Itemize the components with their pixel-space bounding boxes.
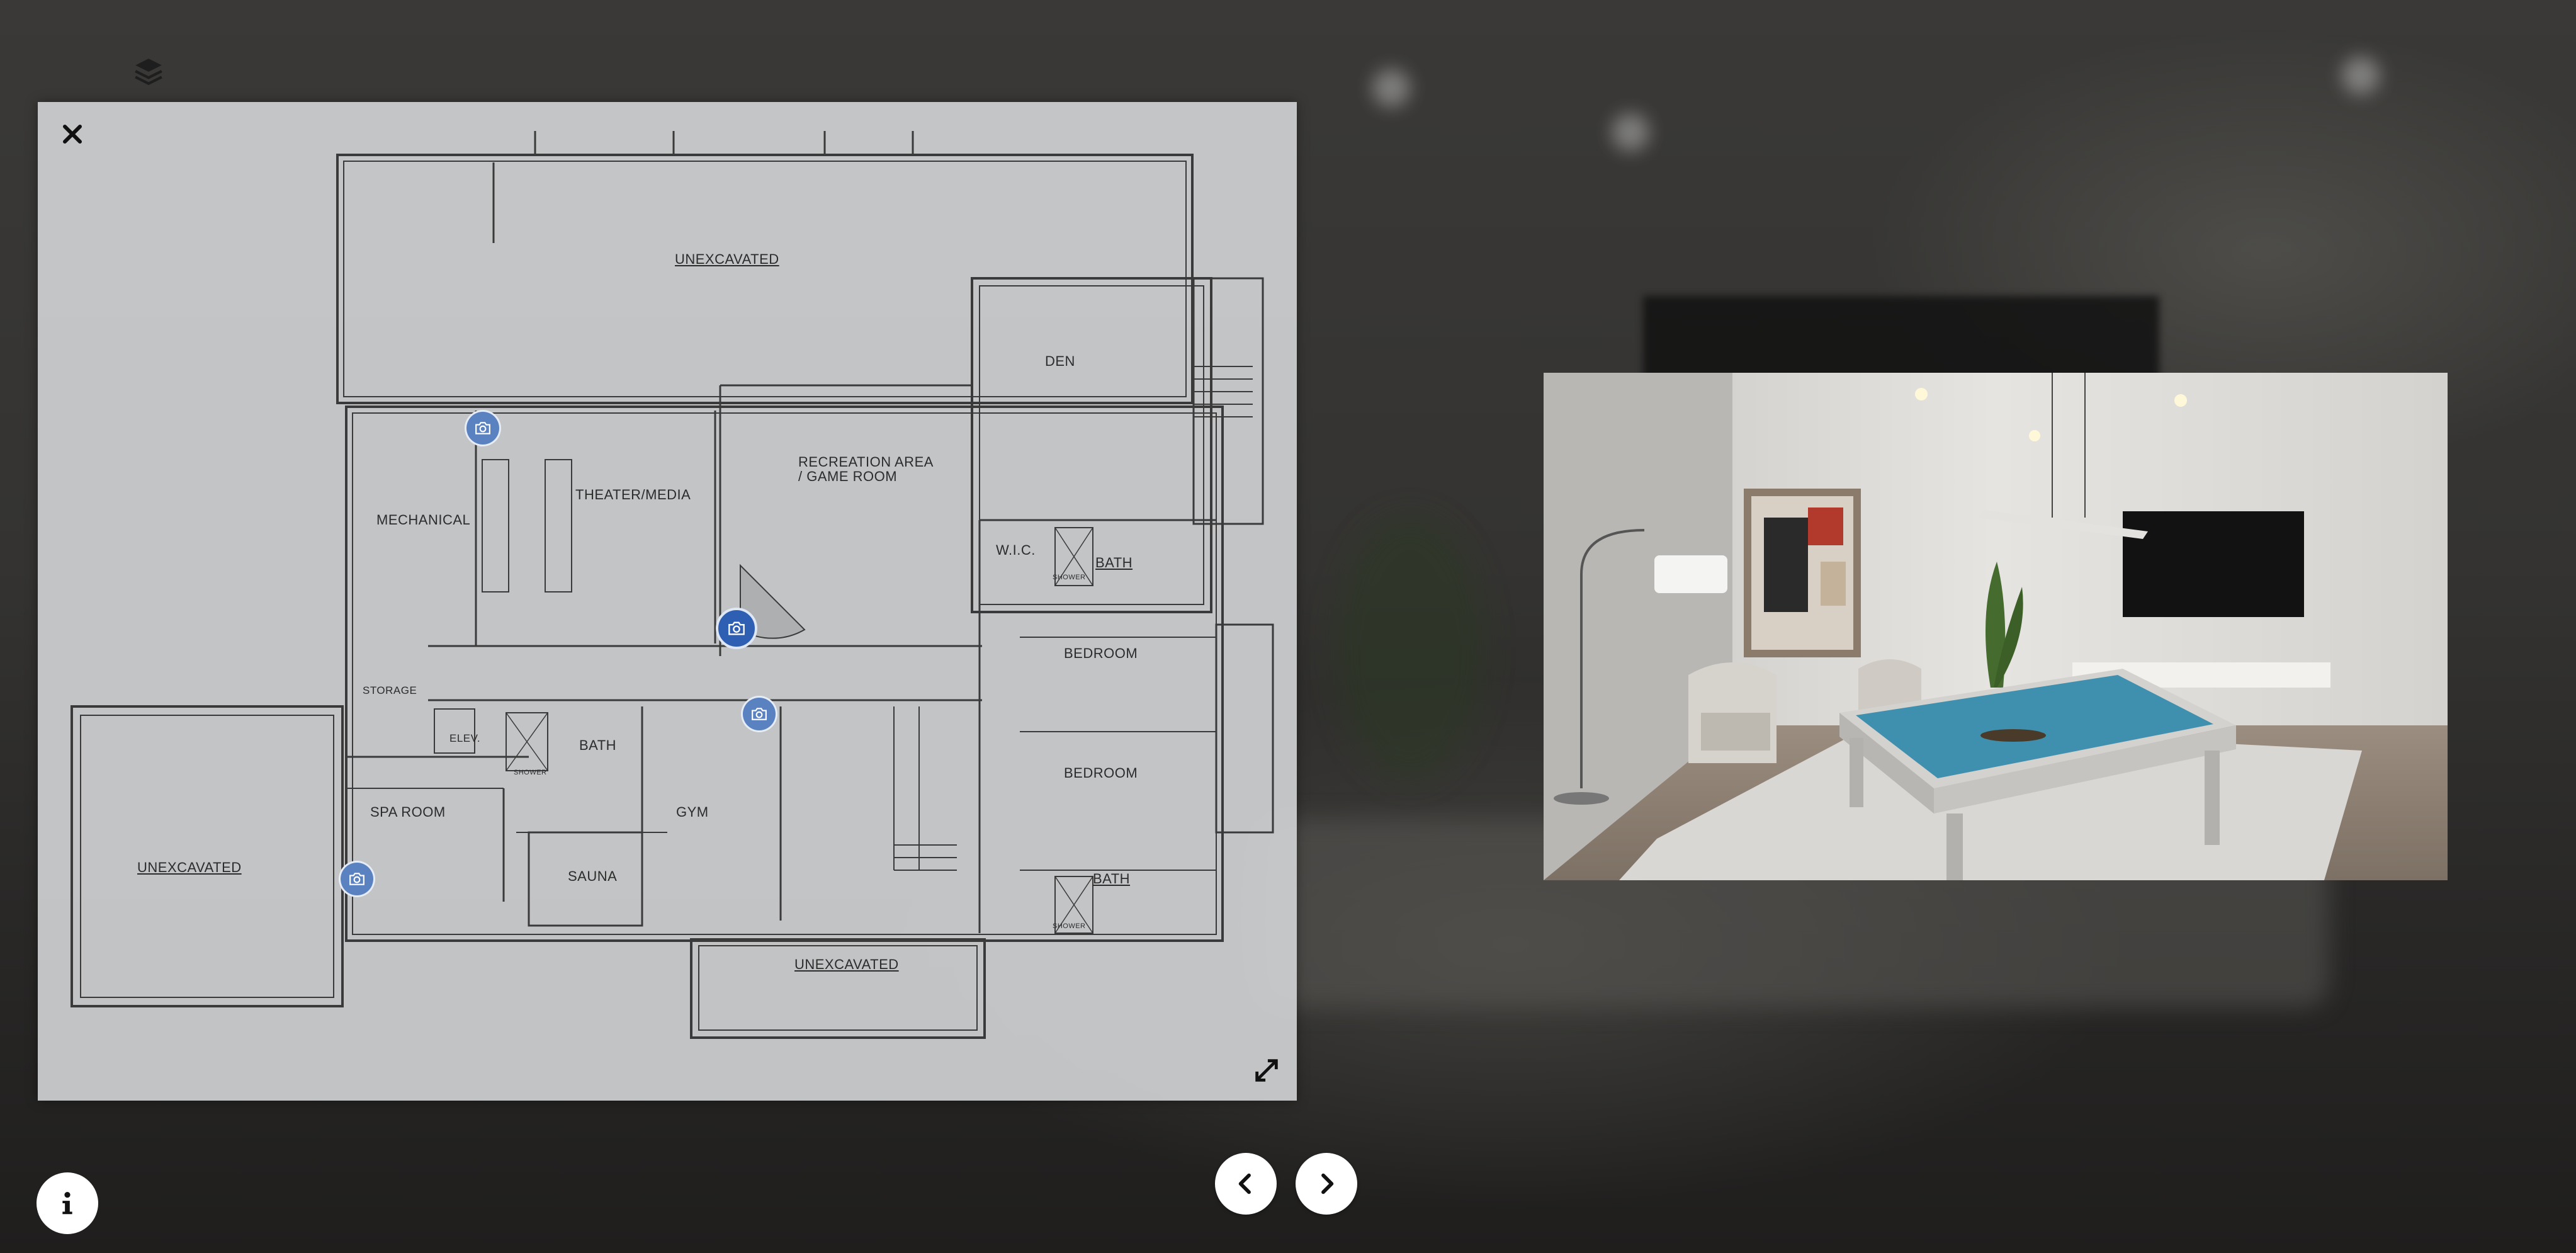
room-label-gym: GYM: [676, 804, 709, 820]
room-label-elev: ELEV.: [449, 732, 481, 744]
room-label-unexcavated-top: UNEXCAVATED: [675, 251, 779, 267]
room-label-bedroom-2: BEDROOM: [1064, 765, 1138, 781]
expand-icon: [1255, 1059, 1278, 1082]
camera-icon: [752, 708, 767, 720]
previous-button[interactable]: [1215, 1153, 1277, 1215]
room-label-recreation: RECREATION AREA / GAME ROOM: [798, 454, 934, 485]
background-light: [1612, 113, 1649, 151]
room-label-bath-mid: BATH: [579, 737, 617, 753]
room-label-spa: SPA ROOM: [370, 804, 446, 820]
next-button[interactable]: [1296, 1153, 1357, 1215]
room-photo: [1544, 373, 2448, 880]
game-room-render: [1544, 373, 2448, 880]
background-plant: [1335, 516, 1486, 781]
camera-pin-gym[interactable]: [741, 696, 777, 732]
room-label-sauna: SAUNA: [568, 868, 618, 884]
room-label-den: DEN: [1045, 353, 1075, 369]
room-label-shower: SHOWER: [1053, 922, 1086, 930]
chevron-left-icon: [1238, 1173, 1251, 1194]
room-label-bath-upper: BATH: [1095, 555, 1133, 570]
room-label-bedroom-1: BEDROOM: [1064, 645, 1138, 661]
room-label-unexcavated-bottom: UNEXCAVATED: [794, 956, 899, 972]
room-label-theater: THEATER/MEDIA: [575, 487, 691, 502]
close-icon: [63, 125, 82, 144]
close-button[interactable]: [50, 112, 94, 156]
camera-pin-theater[interactable]: [465, 410, 501, 446]
room-label-shower: SHOWER: [1053, 574, 1086, 581]
layers-icon: [135, 59, 162, 86]
camera-pin-recreation[interactable]: [716, 608, 757, 649]
expand-button[interactable]: [1248, 1052, 1285, 1089]
info-button[interactable]: [37, 1172, 98, 1234]
info-icon: [62, 1191, 72, 1215]
background-light: [2342, 57, 2380, 94]
room-label-storage: STORAGE: [363, 684, 417, 696]
camera-pin-spa[interactable]: [339, 861, 375, 897]
background-light: [1372, 69, 1410, 107]
camera-icon: [475, 422, 490, 434]
room-label-mechanical: MECHANICAL: [376, 512, 471, 528]
room-label-unexcavated-left: UNEXCAVATED: [137, 859, 242, 875]
camera-icon: [349, 873, 364, 885]
room-label-shower: SHOWER: [514, 769, 547, 776]
floor-plan-panel: UNEXCAVATED DEN RECREATION AREA / GAME R…: [38, 102, 1297, 1101]
room-label-bath-lower: BATH: [1093, 871, 1131, 887]
camera-icon: [728, 621, 745, 635]
layers-button[interactable]: [131, 54, 166, 89]
room-label-wic: W.I.C.: [996, 542, 1036, 558]
floor-plan-drawing: [71, 131, 1274, 1039]
chevron-right-icon: [1321, 1173, 1334, 1194]
